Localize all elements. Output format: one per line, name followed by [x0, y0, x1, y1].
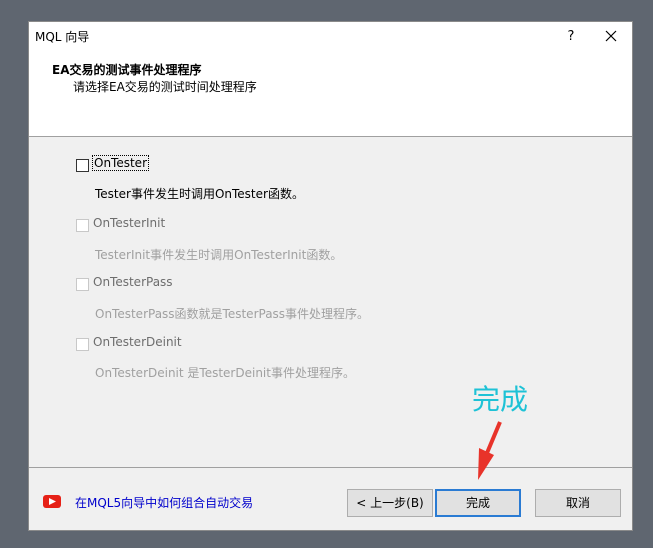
- wizard-header: EA交易的测试事件处理程序 请选择EA交易的测试时间处理程序: [29, 52, 632, 137]
- ontester-description: Tester事件发生时调用OnTester函数。: [95, 187, 304, 201]
- title-bar: MQL 向导 ?: [29, 22, 632, 52]
- close-button[interactable]: [594, 24, 628, 49]
- ontesterdeinit-description: OnTesterDeinit 是TesterDeinit事件处理程序。: [95, 366, 355, 380]
- youtube-icon[interactable]: [43, 495, 61, 508]
- ontester-checkbox[interactable]: [76, 159, 89, 172]
- help-button[interactable]: ?: [556, 24, 586, 49]
- back-button[interactable]: < 上一步(B): [347, 489, 433, 517]
- ontesterpass-checkbox[interactable]: [76, 278, 89, 291]
- mql-wizard-dialog: MQL 向导 ? EA交易的测试事件处理程序 请选择EA交易的测试时间处理程序 …: [28, 21, 633, 531]
- ontesterpass-description: OnTesterPass函数就是TesterPass事件处理程序。: [95, 307, 370, 321]
- window-title: MQL 向导: [35, 30, 90, 44]
- page-subtitle: 请选择EA交易的测试时间处理程序: [73, 80, 257, 94]
- cancel-button[interactable]: 取消: [535, 489, 621, 517]
- annotation-arrow-icon: [478, 421, 502, 480]
- close-icon: [605, 30, 617, 42]
- ontesterpass-label[interactable]: OnTesterPass: [93, 275, 173, 289]
- footer-divider: [29, 467, 632, 468]
- ontesterinit-label[interactable]: OnTesterInit: [93, 216, 165, 230]
- finish-annotation-label: 完成: [472, 383, 529, 416]
- ontesterdeinit-checkbox[interactable]: [76, 338, 89, 351]
- ontesterinit-description: TesterInit事件发生时调用OnTesterInit函数。: [95, 248, 343, 262]
- finish-button[interactable]: 完成: [435, 489, 521, 517]
- wizard-help-link[interactable]: 在MQL5向导中如何组合自动交易: [75, 494, 253, 511]
- ontesterinit-checkbox[interactable]: [76, 219, 89, 232]
- ontesterdeinit-label[interactable]: OnTesterDeinit: [93, 335, 182, 349]
- page-title: EA交易的测试事件处理程序: [52, 63, 202, 77]
- ontester-label[interactable]: OnTester: [92, 155, 149, 171]
